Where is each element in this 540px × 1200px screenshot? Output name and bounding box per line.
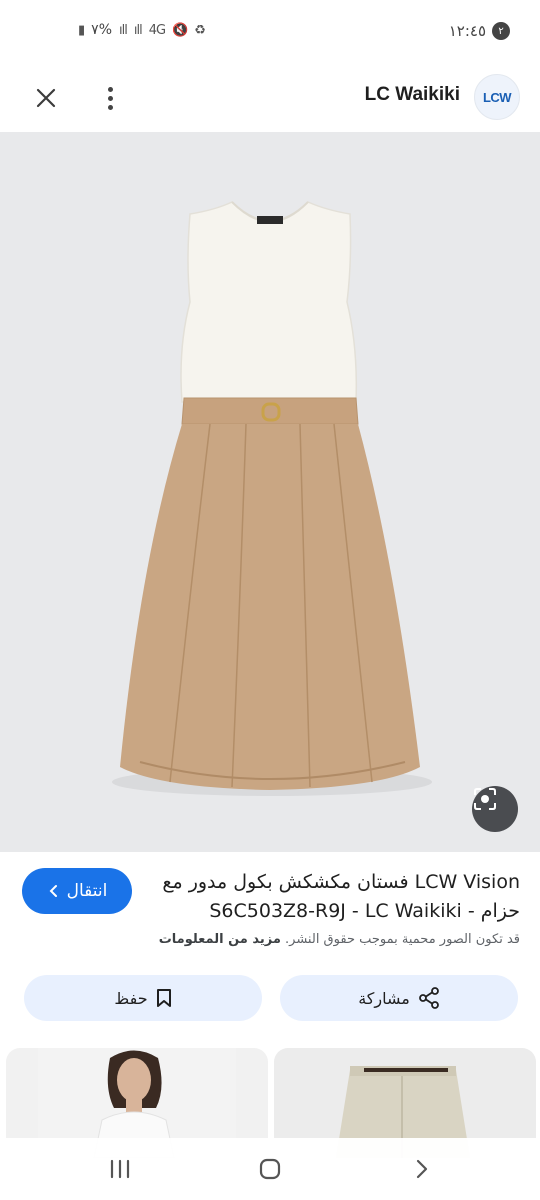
clock: ١٢:٤٥: [448, 22, 486, 40]
lens-button[interactable]: [472, 786, 518, 832]
share-icon: [418, 987, 439, 1009]
product-info: LCW Vision فستان مكشكش بكول مدور مع حزام…: [0, 852, 540, 962]
back-button[interactable]: [402, 1154, 442, 1184]
save-button[interactable]: حفظ: [24, 975, 262, 1021]
visit-label: انتقال: [66, 881, 108, 901]
notification-badge: ٢: [492, 22, 510, 40]
back-icon: [416, 1159, 428, 1179]
chevron-left-icon: [49, 885, 57, 897]
share-label: مشاركة: [358, 988, 410, 1008]
site-name[interactable]: LC Waikiki: [365, 84, 460, 106]
related-images: [0, 1048, 540, 1158]
home-icon: [259, 1158, 281, 1180]
status-bar: ▮ ٧% ıll ıll 4G 🔇 ♻ ١٢:٤٥ ٢: [0, 0, 540, 62]
more-vert-icon: [107, 86, 113, 92]
more-options-button[interactable]: [96, 80, 124, 116]
dress-illustration: [112, 201, 432, 796]
copyright-disclaimer: قد تكون الصور محمية بموجب حقوق النشر. مز…: [159, 932, 520, 947]
recycle-icon: ♻: [194, 22, 206, 38]
recent-apps-button[interactable]: [100, 1154, 140, 1184]
disclaimer-text: قد تكون الصور محمية بموجب حقوق النشر.: [285, 932, 520, 947]
product-image[interactable]: [0, 132, 540, 852]
close-icon: [36, 88, 56, 108]
visit-button[interactable]: انتقال: [22, 868, 132, 914]
signal-icon: ıll: [119, 22, 128, 38]
status-right: ١٢:٤٥ ٢: [449, 22, 510, 40]
status-left: ▮ ٧% ıll ıll 4G 🔇 ♻: [78, 22, 206, 38]
battery-icon: ▮: [78, 22, 85, 38]
close-button[interactable]: [28, 80, 64, 116]
network-type: 4G: [148, 22, 166, 38]
battery-level: ٧%: [91, 22, 112, 38]
share-button[interactable]: مشاركة: [280, 975, 518, 1021]
system-nav-bar: [0, 1138, 540, 1200]
signal-icon-2: ıll: [133, 22, 143, 38]
action-buttons: مشاركة حفظ: [0, 975, 540, 1023]
mute-icon: 🔇: [172, 22, 188, 38]
more-info-link[interactable]: مزيد من المعلومات: [159, 932, 281, 947]
home-button[interactable]: [250, 1154, 290, 1184]
product-title[interactable]: LCW Vision فستان مكشكش بكول مدور مع حزام…: [150, 868, 520, 926]
recent-apps-icon: [110, 1159, 130, 1179]
lens-icon: [474, 788, 496, 810]
site-logo[interactable]: LCW: [474, 74, 520, 120]
save-label: حفظ: [114, 988, 148, 1008]
top-app-bar: LC Waikiki LCW: [0, 62, 540, 132]
bookmark-icon: [156, 989, 171, 1007]
